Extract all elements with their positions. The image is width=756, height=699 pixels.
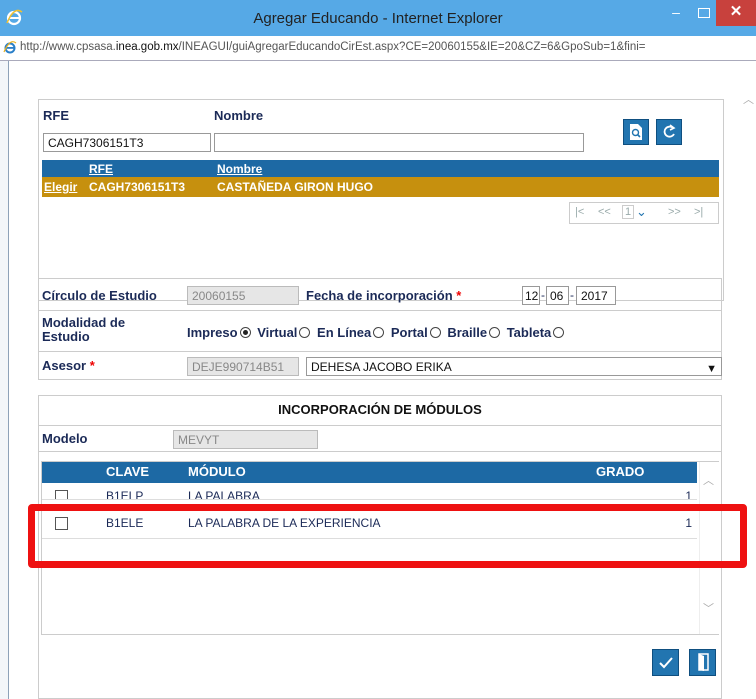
fecha-month-input[interactable]: 06 <box>546 286 569 305</box>
col-rfe-header[interactable]: RFE <box>89 162 113 176</box>
exit-button[interactable] <box>689 649 716 676</box>
results-row[interactable]: Elegir CAGH7306151T3 CASTAÑEDA GIRON HUG… <box>42 177 719 197</box>
nombre-search-input[interactable] <box>214 133 584 152</box>
modalidad-options: Impreso Virtual En Línea Portal Braille … <box>187 325 567 340</box>
radio-virtual[interactable] <box>299 327 311 338</box>
radio-portal[interactable] <box>429 327 441 338</box>
page-content: ︿ RFE Nombre CAGH7306151T3 RFE Nombre El… <box>8 61 756 699</box>
pager-page[interactable]: 1 <box>622 205 635 219</box>
search-icon <box>630 124 642 140</box>
fecha-day-input[interactable]: 12 <box>522 286 540 305</box>
asesor-rfe-input: DEJE990714B51 <box>187 357 299 376</box>
col-nombre-header[interactable]: Nombre <box>217 162 262 176</box>
modelo-input: MEVYT <box>173 430 318 449</box>
pager-next[interactable]: >> <box>668 206 681 218</box>
chevron-down-icon[interactable]: ▼ <box>706 360 717 379</box>
scroll-up-icon[interactable]: ︿ <box>703 472 714 488</box>
modulos-grid-header: CLAVE MÓDULO GRADO <box>42 462 697 483</box>
asesor-select[interactable]: DEHESA JACOBO ERIKA ▼ <box>306 357 722 376</box>
circulo-label: Círculo de Estudio <box>42 288 157 303</box>
refresh-icon <box>663 124 676 138</box>
close-button[interactable]: ✕ <box>716 0 756 26</box>
modalidad-portal[interactable]: Portal <box>391 325 444 340</box>
scroll-up-icon[interactable]: ︿ <box>743 91 754 107</box>
radio-braille[interactable] <box>489 327 501 338</box>
fecha-label: Fecha de incorporación * <box>306 288 462 303</box>
modalidad-label: Modalidad de Estudio <box>42 315 126 344</box>
pager-prev[interactable]: << <box>598 206 611 218</box>
date-separator: - <box>570 288 574 302</box>
chevron-down-icon[interactable]: ⌄ <box>636 204 647 220</box>
modalidad-braille[interactable]: Braille <box>447 325 503 340</box>
modelo-row <box>38 425 722 452</box>
window-titlebar: Agregar Educando - Internet Explorer – ✕ <box>0 0 756 36</box>
modulos-title: INCORPORACIÓN DE MÓDULOS <box>278 402 482 417</box>
modelo-label: Modelo <box>42 431 88 446</box>
highlight-box <box>28 504 747 568</box>
internet-explorer-icon <box>3 41 17 54</box>
rfe-search-input[interactable]: CAGH7306151T3 <box>43 133 211 152</box>
minimize-button[interactable]: – <box>663 2 689 24</box>
search-panel: RFE Nombre CAGH7306151T3 RFE Nombre Eleg… <box>38 99 724 301</box>
result-rfe: CAGH7306151T3 <box>89 180 186 194</box>
modalidad-impreso[interactable]: Impreso <box>187 325 254 340</box>
col-grado-header[interactable]: GRADO <box>596 464 644 479</box>
url-text: http://www.cpsasa.inea.gob.mx/INEAGUI/gu… <box>20 41 646 53</box>
col-modulo-header[interactable]: MÓDULO <box>188 464 246 479</box>
radio-impreso[interactable] <box>239 327 251 338</box>
search-button[interactable] <box>623 119 649 145</box>
modulo-grado: 1 <box>685 489 692 500</box>
address-bar[interactable]: http://www.cpsasa.inea.gob.mx/INEAGUI/gu… <box>0 36 756 61</box>
nombre-label: Nombre <box>214 108 264 123</box>
check-icon <box>659 657 673 669</box>
accept-button[interactable] <box>652 649 679 676</box>
radio-tableta[interactable] <box>553 327 565 338</box>
modulo-nombre: LA PALABRA <box>188 489 260 500</box>
pager-first[interactable]: |< <box>575 206 584 218</box>
modalidad-virtual[interactable]: Virtual <box>257 325 313 340</box>
clear-button[interactable] <box>656 119 682 145</box>
door-exit-icon <box>698 653 709 671</box>
modulo-clave: B1ELP <box>106 489 144 500</box>
circulo-input: 20060155 <box>187 286 299 305</box>
fecha-year-input[interactable]: 2017 <box>576 286 616 305</box>
page-scrollbar[interactable]: ︿ <box>740 61 756 699</box>
maximize-icon <box>698 8 710 18</box>
radio-en-linea[interactable] <box>373 327 385 338</box>
results-header: RFE Nombre <box>42 160 719 177</box>
col-clave-header[interactable]: CLAVE <box>106 464 149 479</box>
pager: |< << 1 ⌄ >> >| <box>569 202 719 224</box>
rfe-label: RFE <box>43 108 69 123</box>
modulo-row[interactable]: B1ELP LA PALABRA 1 <box>42 483 697 500</box>
result-nombre: CASTAÑEDA GIRON HUGO <box>217 180 373 194</box>
date-separator: - <box>541 288 545 302</box>
asesor-label: Asesor * <box>42 358 95 373</box>
modulo-checkbox[interactable] <box>55 490 68 499</box>
scroll-down-icon[interactable]: ﹀ <box>703 600 714 616</box>
pager-last[interactable]: >| <box>694 206 703 218</box>
modalidad-tableta[interactable]: Tableta <box>507 325 568 340</box>
window-title: Agregar Educando - Internet Explorer <box>253 10 503 27</box>
maximize-button[interactable] <box>692 2 716 24</box>
elegir-link[interactable]: Elegir <box>44 180 77 194</box>
modalidad-en-linea[interactable]: En Línea <box>317 325 387 340</box>
